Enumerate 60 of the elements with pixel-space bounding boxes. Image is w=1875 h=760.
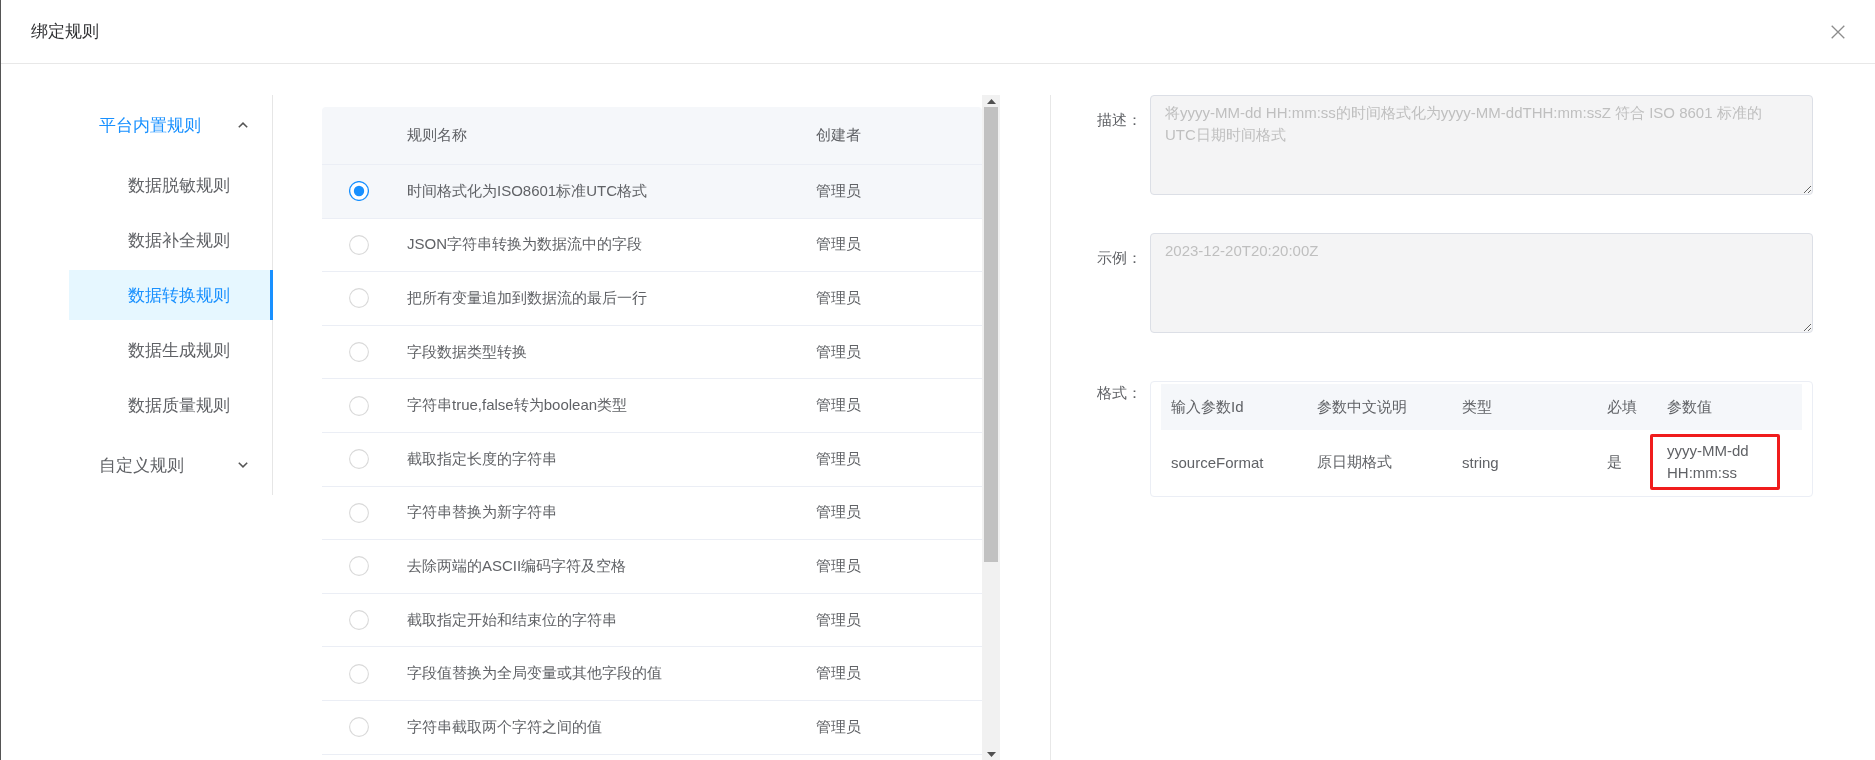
table-row[interactable]: 截取指定长度的字符串 管理员 <box>322 432 982 487</box>
table-row[interactable]: JSON字符串转换为数据流中的字段 管理员 <box>322 218 982 273</box>
table-cell: 管理员 <box>816 503 861 523</box>
table-cell: 是 <box>1607 452 1622 472</box>
table-row[interactable]: 时间格式化为ISO8601标准UTC格式 管理员 <box>322 165 982 219</box>
table-row[interactable]: 字段数据类型转换 管理员 <box>322 325 982 380</box>
table-cell: 把所有变量追加到数据流的最后一行 <box>407 289 647 308</box>
table-cell: 原日期格式 <box>1317 452 1392 472</box>
table-cell: 管理员 <box>816 556 861 576</box>
table-cell: 管理员 <box>816 396 861 416</box>
table-cell: JSON字符串转换为数据流中的字段 <box>407 235 642 255</box>
table-cell: 管理员 <box>816 717 861 737</box>
column-header: 输入参数Id <box>1171 397 1244 417</box>
table-cell: 字符串true,false转为boolean类型 <box>407 396 628 416</box>
table-cell: 字段值替换为全局变量或其他字段的值 <box>407 664 662 684</box>
table-row[interactable]: 字符串截取两个字符之间的值 管理员 <box>322 700 982 755</box>
column-header: 参数值 <box>1667 397 1712 417</box>
table-cell: 时间格式化为ISO8601标准UTC格式 <box>407 181 648 201</box>
table-cell: string <box>1462 453 1499 471</box>
table-cell: 字段数据类型转换 <box>407 342 527 362</box>
column-header: 规则名称 <box>407 126 467 145</box>
table-cell: 去除两端的ASCII编码字符及空格 <box>407 556 627 576</box>
column-header: 创建者 <box>816 126 861 145</box>
menu-group[interactable]: 自定义规则 <box>69 435 272 495</box>
table-row[interactable]: 字段值替换为全局变量或其他字段的值 管理员 <box>322 647 982 701</box>
column-header: 参数中文说明 <box>1317 397 1407 417</box>
table-cell: 管理员 <box>816 664 861 684</box>
table-row[interactable]: 把所有变量追加到数据流的最后一行 管理员 <box>322 272 982 326</box>
table-cell: 管理员 <box>816 610 861 630</box>
menu-item[interactable]: 数据生成规则 <box>69 325 273 375</box>
form-label: 描述： <box>1097 110 1143 130</box>
column-header: 类型 <box>1462 397 1492 417</box>
dialog-title: 绑定规则 <box>31 21 99 43</box>
column-header: 必填 <box>1607 397 1637 417</box>
form-label: 示例： <box>1097 248 1143 268</box>
form-label: 格式： <box>1097 383 1143 403</box>
radio-button[interactable] <box>348 181 369 202</box>
up-arrow-icon[interactable] <box>986 99 996 104</box>
table-cell: 管理员 <box>816 235 861 255</box>
table-cell: 字符串替换为新字符串 <box>407 503 557 523</box>
menu-item[interactable]: 数据脱敏规则 <box>69 160 273 210</box>
close-icon[interactable] <box>1831 24 1845 39</box>
down-arrow-icon[interactable] <box>986 752 996 757</box>
table-cell: 字符串截取两个字符之间的值 <box>407 717 602 737</box>
table-row[interactable]: 截取指定开始和结束位的字符串 管理员 <box>322 593 982 648</box>
table-row[interactable]: 字符串替换为新字符串 管理员 <box>322 486 982 541</box>
scrollbar-thumb[interactable] <box>984 107 998 562</box>
menu-item[interactable]: 数据补全规则 <box>69 215 273 265</box>
table-cell: 管理员 <box>816 449 861 469</box>
parameter-value: yyyy-MM-dd HH:mm:ss <box>1650 434 1780 490</box>
table-cell: 管理员 <box>816 181 861 201</box>
table-cell: 截取指定开始和结束位的字符串 <box>407 610 617 630</box>
table-cell: sourceFormat <box>1171 453 1264 471</box>
table-cell: 管理员 <box>816 342 861 362</box>
menu-group[interactable]: 平台内置规则 <box>69 95 272 155</box>
table-row[interactable]: 字符串true,false转为boolean类型 管理员 <box>322 379 982 433</box>
table-cell: 截取指定长度的字符串 <box>407 449 557 469</box>
table-cell: 管理员 <box>816 289 861 308</box>
table-row[interactable]: 去除两端的ASCII编码字符及空格 管理员 <box>322 540 982 594</box>
menu-item[interactable]: 数据质量规则 <box>69 380 273 430</box>
